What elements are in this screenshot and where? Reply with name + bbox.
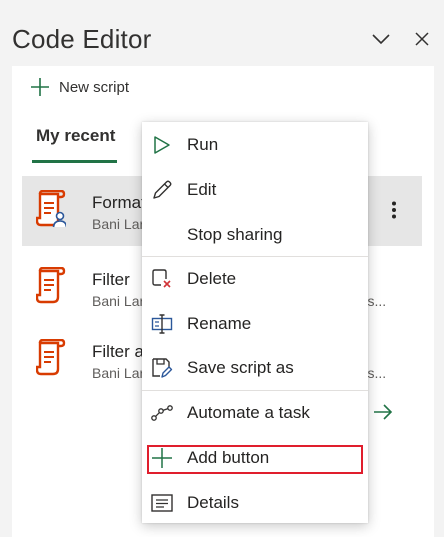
arrow-right-icon (374, 404, 393, 420)
menu-item-label: Delete (187, 269, 237, 288)
menu-item-details[interactable]: Details (142, 481, 368, 525)
play-icon (150, 133, 174, 157)
script-owner: Bani Lar (92, 216, 145, 232)
menu-item-save-script-as[interactable]: Save script as (142, 346, 368, 390)
menu-item-edit[interactable]: Edit (142, 168, 368, 212)
view-more-button[interactable] (370, 400, 396, 424)
plus-icon (150, 446, 174, 470)
pane-title: Code Editor (12, 24, 152, 54)
new-script-label: New script (59, 78, 130, 96)
menu-item-label: Edit (187, 180, 217, 199)
rename-icon (150, 312, 174, 336)
script-name: Format (92, 193, 146, 212)
chevron-down-icon (372, 34, 390, 45)
menu-item-label: Run (187, 135, 219, 154)
pencil-icon (150, 178, 174, 202)
tab-my-recent[interactable]: My recent (36, 126, 115, 146)
menu-item-label: Add button (187, 448, 270, 467)
menu-item-label: Automate a task (187, 403, 310, 422)
more-options-button[interactable] (382, 190, 406, 230)
menu-item-stop-sharing[interactable]: Stop sharing (142, 213, 368, 257)
vertical-ellipsis-icon (392, 201, 396, 219)
script-name: Filter (92, 270, 130, 289)
script-icon (36, 339, 66, 376)
menu-item-label: Details (187, 493, 239, 512)
menu-item-label: Save script as (187, 358, 294, 377)
script-owner: Bani Lar (92, 293, 145, 309)
close-button[interactable] (409, 26, 435, 52)
context-menu: Run Edit Stop sharing Delete Rename Save… (142, 122, 368, 523)
script-owner: Bani Lar (92, 365, 145, 381)
new-script-button[interactable]: New script (30, 76, 129, 98)
close-icon (415, 32, 429, 46)
title-bar: Code Editor (0, 0, 444, 66)
menu-item-label: Stop sharing (187, 225, 283, 244)
shared-script-icon (36, 190, 66, 228)
collapse-button[interactable] (368, 26, 394, 52)
menu-item-add-button[interactable]: Add button (142, 436, 368, 480)
delete-document-icon (150, 267, 174, 291)
menu-item-rename[interactable]: Rename (142, 302, 368, 346)
menu-item-run[interactable]: Run (142, 123, 368, 167)
flow-icon (150, 401, 174, 425)
menu-item-label: Rename (187, 314, 252, 333)
script-icon (36, 267, 66, 304)
details-icon (150, 491, 174, 515)
script-name: Filter a (92, 342, 144, 361)
tab-selected-indicator (32, 160, 117, 163)
menu-item-delete[interactable]: Delete (142, 257, 368, 301)
plus-icon (31, 78, 49, 96)
menu-item-automate-a-task[interactable]: Automate a task (142, 391, 368, 435)
save-as-icon (150, 356, 174, 380)
